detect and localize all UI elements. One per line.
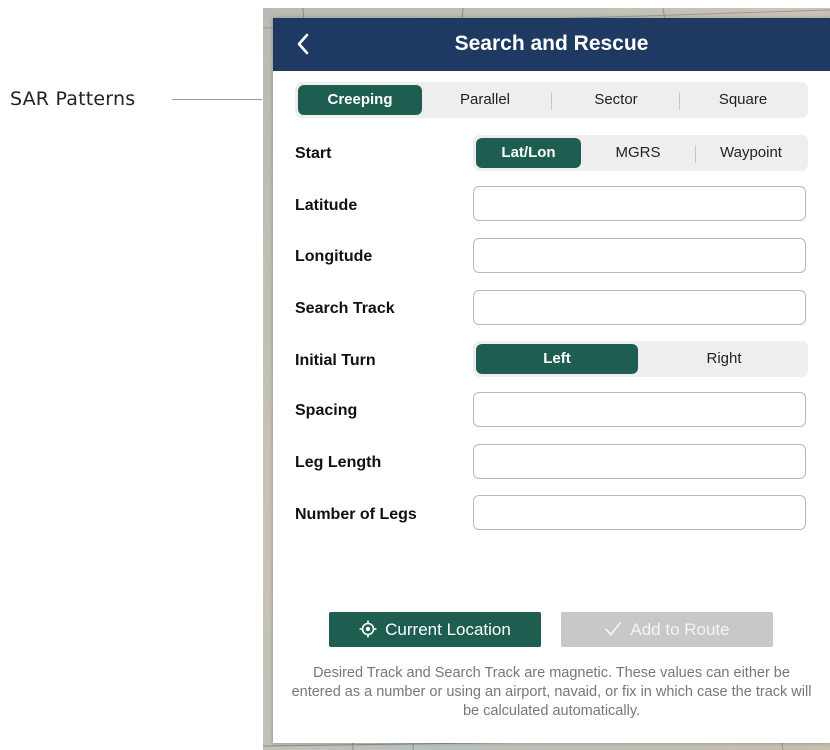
start-segmented-control: Lat/Lon MGRS Waypoint [473,135,808,171]
add-to-route-content: Add to Route [561,620,773,640]
current-location-button[interactable]: Current Location [329,612,541,647]
turn-option-right[interactable]: Right [643,344,805,374]
spacing-label: Spacing [295,402,358,419]
page-title: Search and Rescue [454,32,649,55]
latitude-field[interactable] [473,186,806,221]
start-option-latlon[interactable]: Lat/Lon [476,138,581,168]
start-option-waypoint[interactable]: Waypoint [697,138,805,168]
number-of-legs-label: Number of Legs [295,506,417,523]
segment-divider [695,145,696,163]
pattern-option-creeping[interactable]: Creeping [298,85,422,115]
pattern-option-square[interactable]: Square [681,85,805,115]
current-location-content: Current Location [329,620,541,640]
callout-line [172,99,262,100]
turn-option-left[interactable]: Left [476,344,638,374]
segment-divider [551,92,552,110]
add-to-route-button[interactable]: Add to Route [561,612,773,647]
pattern-segmented-control: Creeping Parallel Sector Square [295,82,808,118]
current-location-label: Current Location [385,620,511,639]
start-option-mgrs[interactable]: MGRS [584,138,692,168]
latitude-label: Latitude [295,197,358,214]
longitude-field[interactable] [473,238,806,273]
nav-bar: Search and Rescue [273,18,830,71]
checkmark-icon [605,622,622,636]
start-label: Start [295,145,332,162]
search-track-field[interactable] [473,290,806,325]
initial-turn-segmented-control: Left Right [473,341,808,377]
pattern-option-parallel[interactable]: Parallel [425,85,545,115]
number-of-legs-field[interactable] [473,495,806,530]
segment-divider [679,92,680,110]
callout-label: SAR Patterns [10,88,136,110]
search-track-label: Search Track [295,300,395,317]
pattern-option-sector[interactable]: Sector [553,85,679,115]
leg-length-field[interactable] [473,444,806,479]
longitude-label: Longitude [295,248,373,265]
leg-length-label: Leg Length [295,454,382,471]
initial-turn-label: Initial Turn [295,352,376,369]
spacing-field[interactable] [473,392,806,427]
footnote-text: Desired Track and Search Track are magne… [291,665,812,719]
add-to-route-label: Add to Route [630,620,730,639]
location-target-icon [359,620,377,638]
sar-panel: Search and Rescue Creeping Parallel Sect… [273,18,830,743]
